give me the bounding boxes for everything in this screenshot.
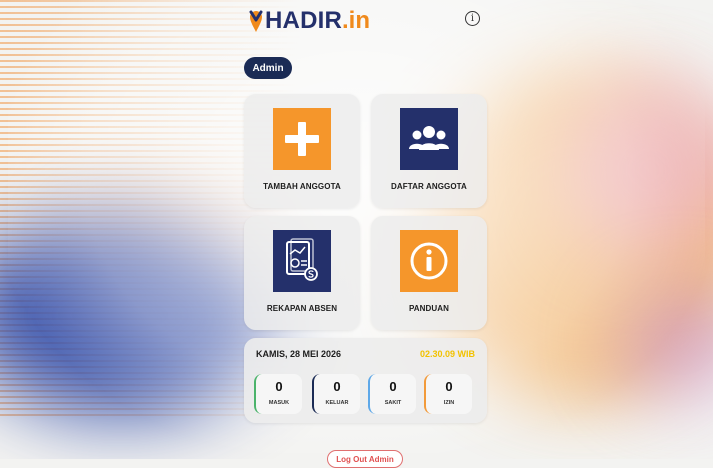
attendance-report-tile[interactable]: REKAPAN ABSEN bbox=[244, 216, 360, 330]
app-logo: HADIR .in bbox=[248, 6, 370, 36]
logo-suffix: .in bbox=[342, 7, 370, 34]
tile-label: PANDUAN bbox=[408, 304, 450, 313]
stat-label: SAKIT bbox=[384, 400, 402, 406]
info-symbol: i bbox=[470, 13, 475, 24]
stat-value: 0 bbox=[333, 379, 341, 394]
plus-icon bbox=[273, 108, 331, 170]
stat-keluar: 0 KELUAR bbox=[312, 374, 360, 414]
stat-value: 0 bbox=[389, 379, 397, 394]
stat-label: MASUK bbox=[268, 400, 290, 406]
stat-masuk: 0 MASUK bbox=[254, 374, 302, 414]
logout-button[interactable]: Log Out Admin bbox=[327, 450, 403, 468]
attendance-summary-card: KAMIS, 28 MEI 2026 02.30.09 WIB 0 MASUK … bbox=[244, 338, 487, 423]
stat-value: 0 bbox=[445, 379, 453, 394]
tile-label: TAMBAH ANGGOTA bbox=[263, 182, 341, 191]
tile-label: DAFTAR ANGGOTA bbox=[391, 182, 467, 191]
member-list-tile[interactable]: DAFTAR ANGGOTA bbox=[371, 94, 487, 208]
stat-label: KELUAR bbox=[325, 400, 349, 406]
logo-text: HADIR bbox=[265, 7, 342, 34]
stat-label: IZIN bbox=[443, 400, 455, 406]
info-icon[interactable]: i bbox=[465, 11, 480, 26]
group-icon bbox=[400, 108, 458, 170]
info-icon bbox=[400, 230, 458, 292]
stat-sakit: 0 SAKIT bbox=[368, 374, 416, 414]
report-icon bbox=[273, 230, 331, 292]
stat-izin: 0 IZIN bbox=[424, 374, 472, 414]
role-badge[interactable]: Admin bbox=[244, 57, 292, 79]
tile-label: REKAPAN ABSEN bbox=[266, 304, 338, 313]
guide-tile[interactable]: PANDUAN bbox=[371, 216, 487, 330]
add-member-tile[interactable]: TAMBAH ANGGOTA bbox=[244, 94, 360, 208]
location-pin-icon bbox=[249, 10, 263, 32]
current-date: KAMIS, 28 MEI 2026 bbox=[256, 349, 342, 359]
stat-value: 0 bbox=[275, 379, 283, 394]
current-time: 02.30.09 WIB bbox=[419, 349, 475, 359]
